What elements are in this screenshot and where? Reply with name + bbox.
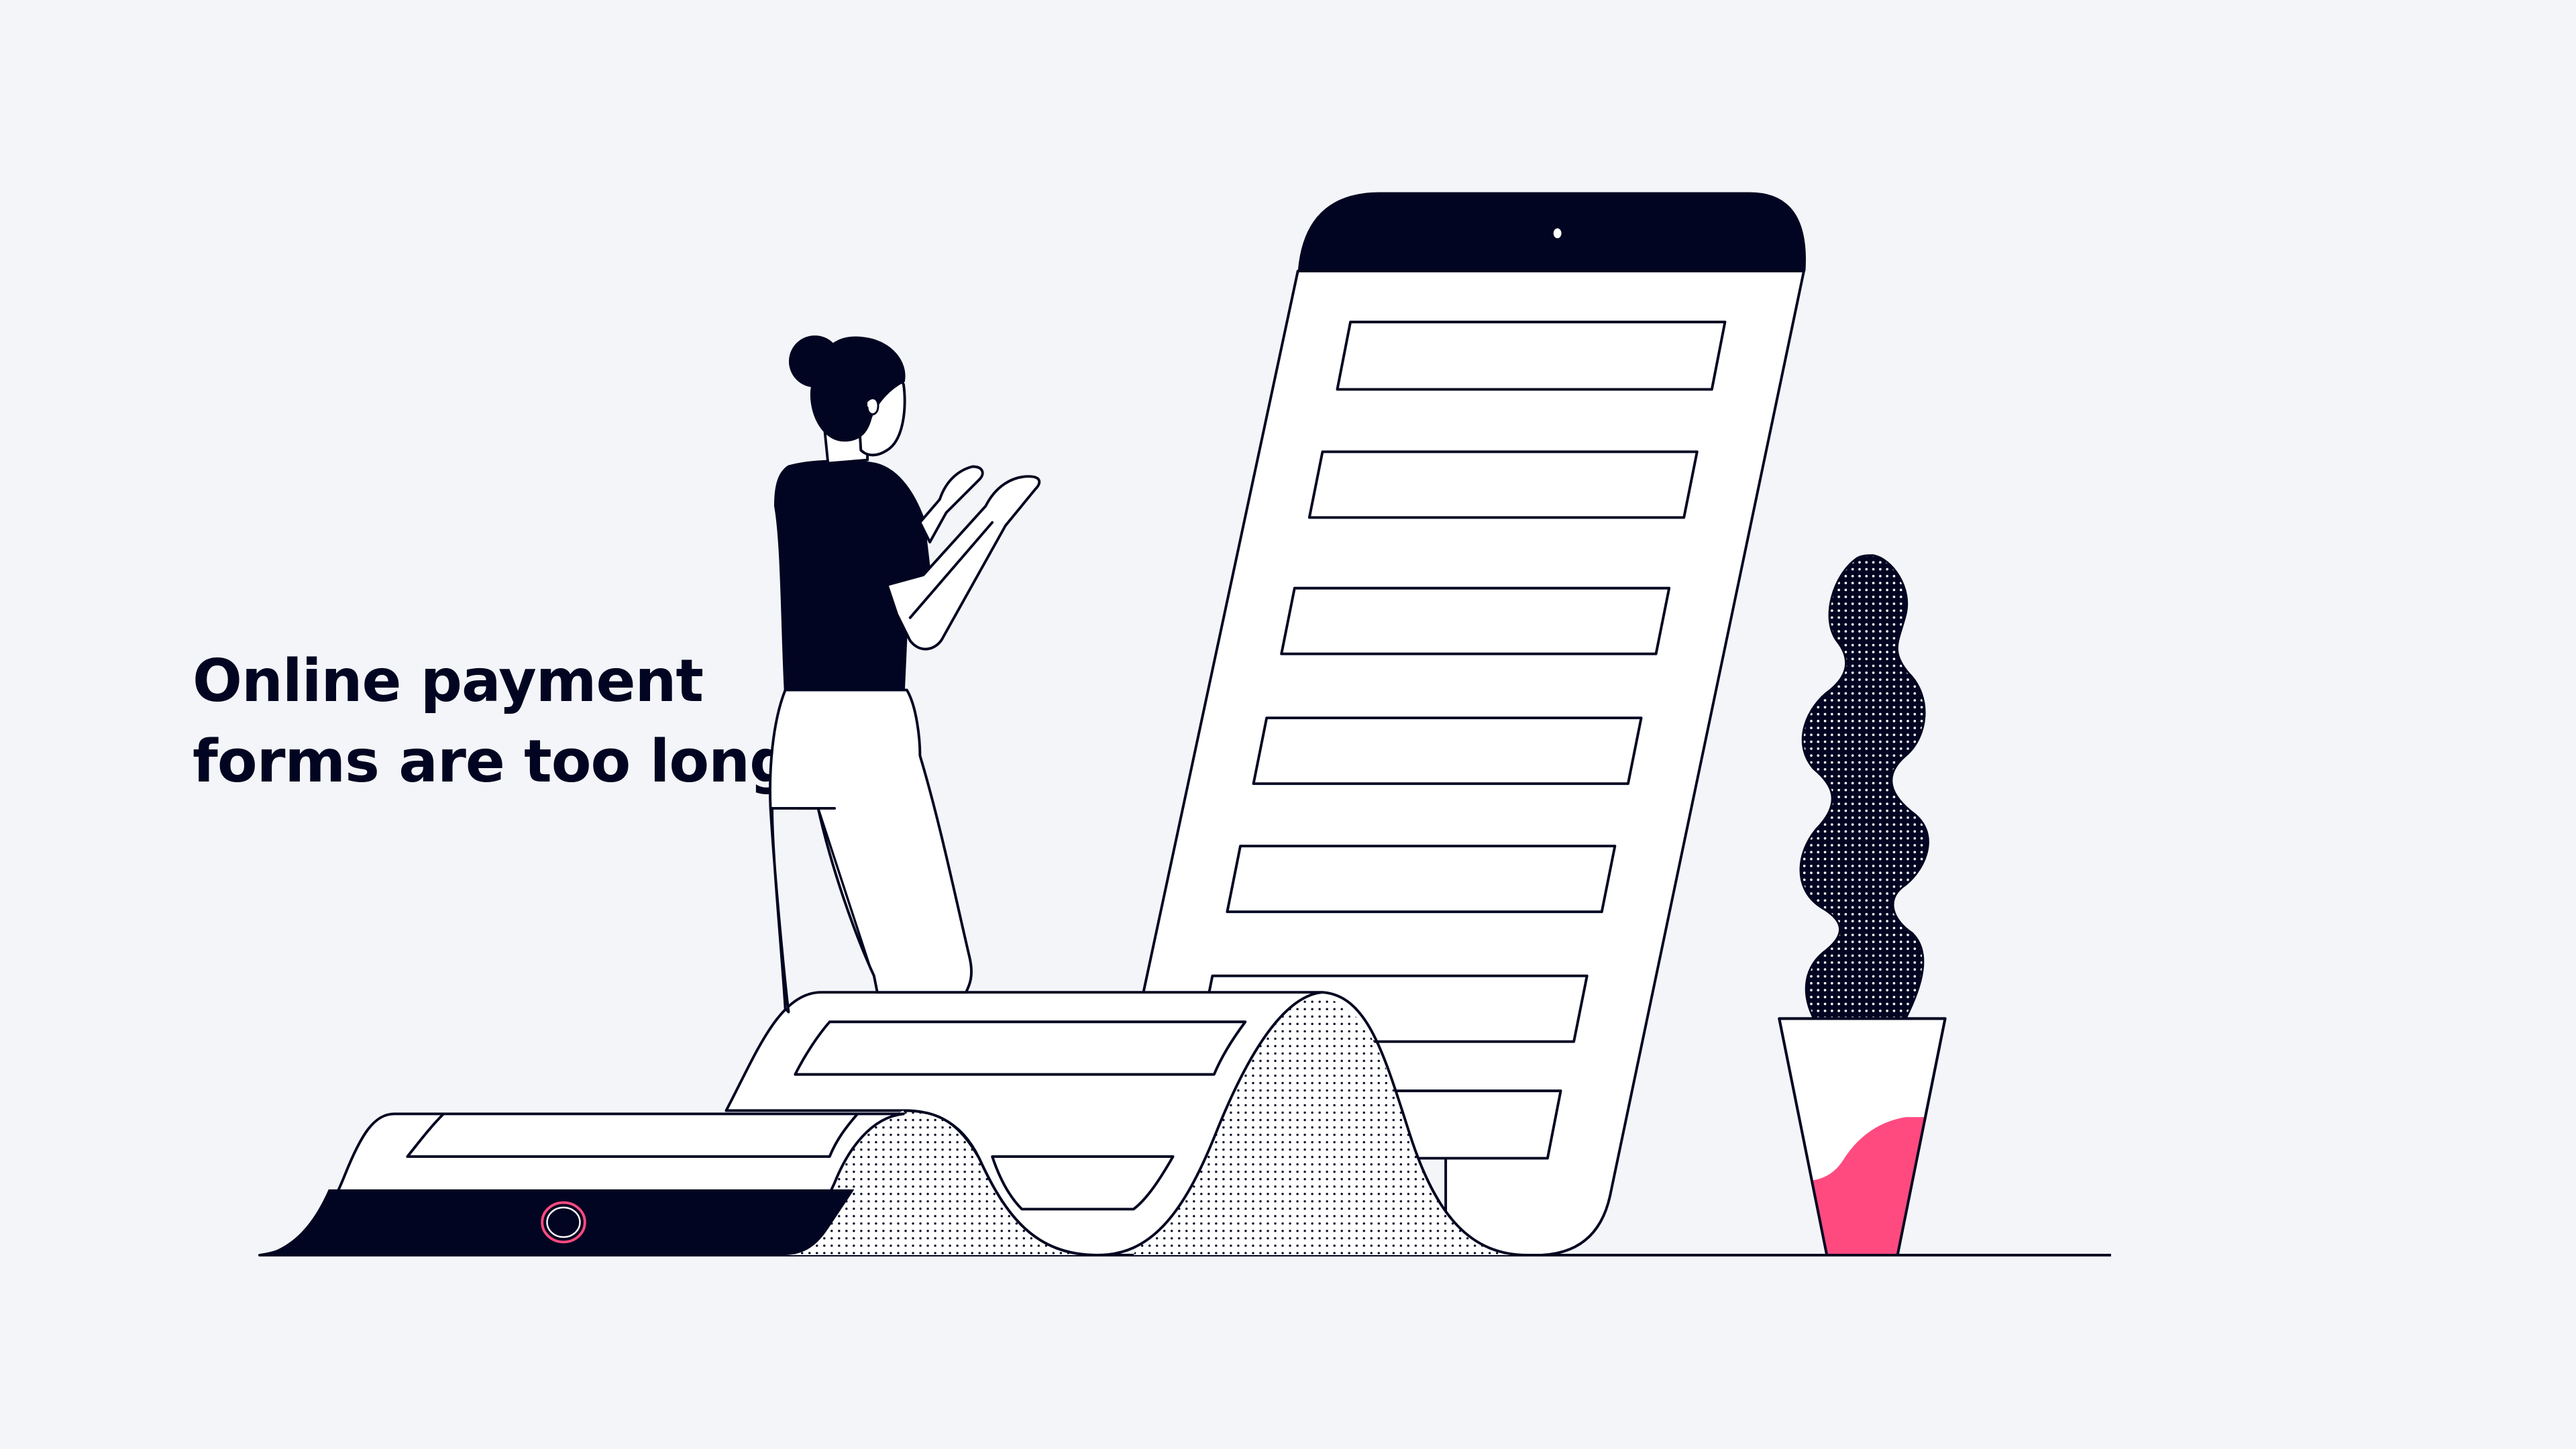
illustration-canvas: Online payment forms are too long <box>0 0 2576 1449</box>
form-field <box>1226 845 1617 914</box>
form-field <box>1280 586 1671 655</box>
person-trousers <box>769 688 973 1014</box>
plant-foliage <box>1799 554 1929 1020</box>
plant-pot-icon <box>1778 554 1947 1256</box>
payment-form-illustration <box>258 192 2111 1256</box>
form-field <box>1252 716 1643 786</box>
paper-form-field <box>406 1112 859 1159</box>
camera-dot-icon <box>1553 228 1562 239</box>
person-icon <box>769 335 1041 1014</box>
paper-roll-icon <box>258 991 1528 1256</box>
phone-bottom-bar <box>259 1189 855 1256</box>
paper-form-field <box>794 1020 1247 1076</box>
form-field <box>1336 321 1727 391</box>
person-shirt <box>773 460 932 692</box>
form-field <box>1307 450 1699 519</box>
phone-top-bar <box>1297 192 1806 272</box>
person-hair-bun <box>789 335 841 388</box>
